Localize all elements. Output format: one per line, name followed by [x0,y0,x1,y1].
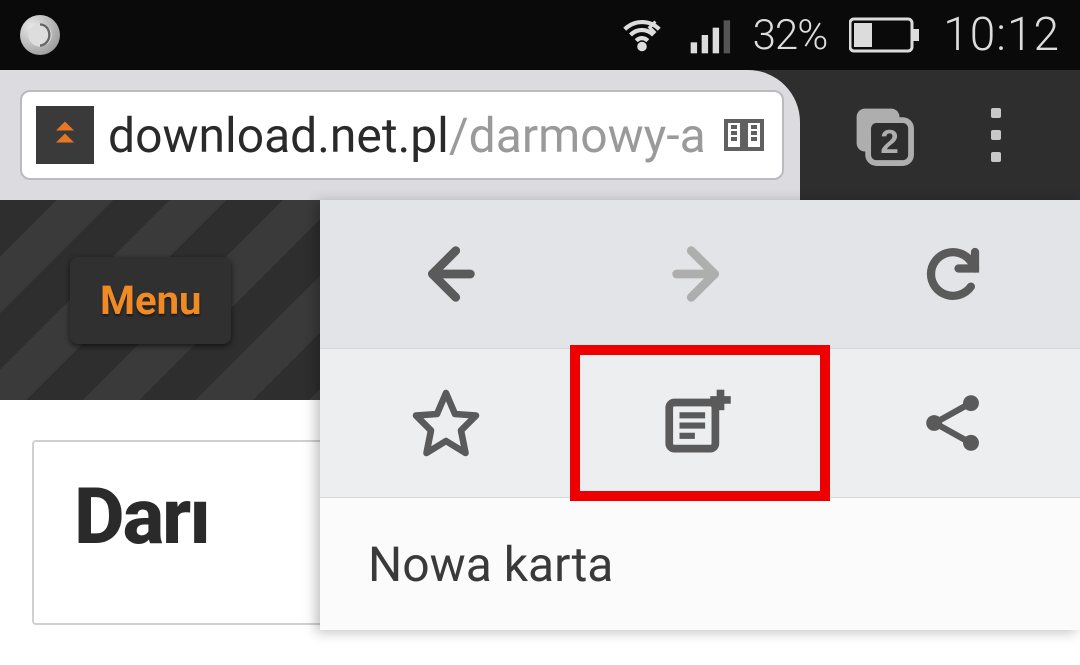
current-tab: download.net.pl/darmowy-a [0,70,800,200]
url-text: download.net.pl/darmowy-a [108,107,706,164]
svg-text:2: 2 [880,123,898,160]
cell-signal-icon [687,13,731,57]
page-card: Darı [32,440,327,625]
add-to-reading-list-button[interactable] [574,349,828,497]
battery-percent: 32% [753,11,828,60]
browser-dropdown-menu: Nowa karta [320,200,1080,630]
bookmark-button[interactable] [320,349,574,497]
tab-switcher-button[interactable]: 2 [850,102,916,168]
page-title: Darı [74,472,285,563]
nav-forward-button[interactable] [573,200,826,348]
menu-item-new-tab[interactable]: Nowa karta [320,498,1080,630]
browser-toolbar: download.net.pl/darmowy-a 2 [0,70,1080,200]
wifi-icon [619,12,665,58]
address-bar[interactable]: download.net.pl/darmowy-a [20,90,784,180]
overflow-menu-button[interactable] [976,105,1016,165]
reader-mode-icon[interactable] [720,111,768,159]
url-path: /darmowy-a [449,107,706,164]
nav-back-button[interactable] [320,200,573,348]
clock: 10:12 [943,8,1060,62]
firefox-status-icon [20,15,60,55]
nav-reload-button[interactable] [827,200,1080,348]
page-menu-button[interactable]: Menu [70,257,231,344]
android-status-bar: 32% 10:12 [0,0,1080,70]
site-favicon [36,106,94,164]
battery-icon [849,15,921,55]
url-host: download.net.pl [108,107,449,164]
share-button[interactable] [827,349,1080,497]
